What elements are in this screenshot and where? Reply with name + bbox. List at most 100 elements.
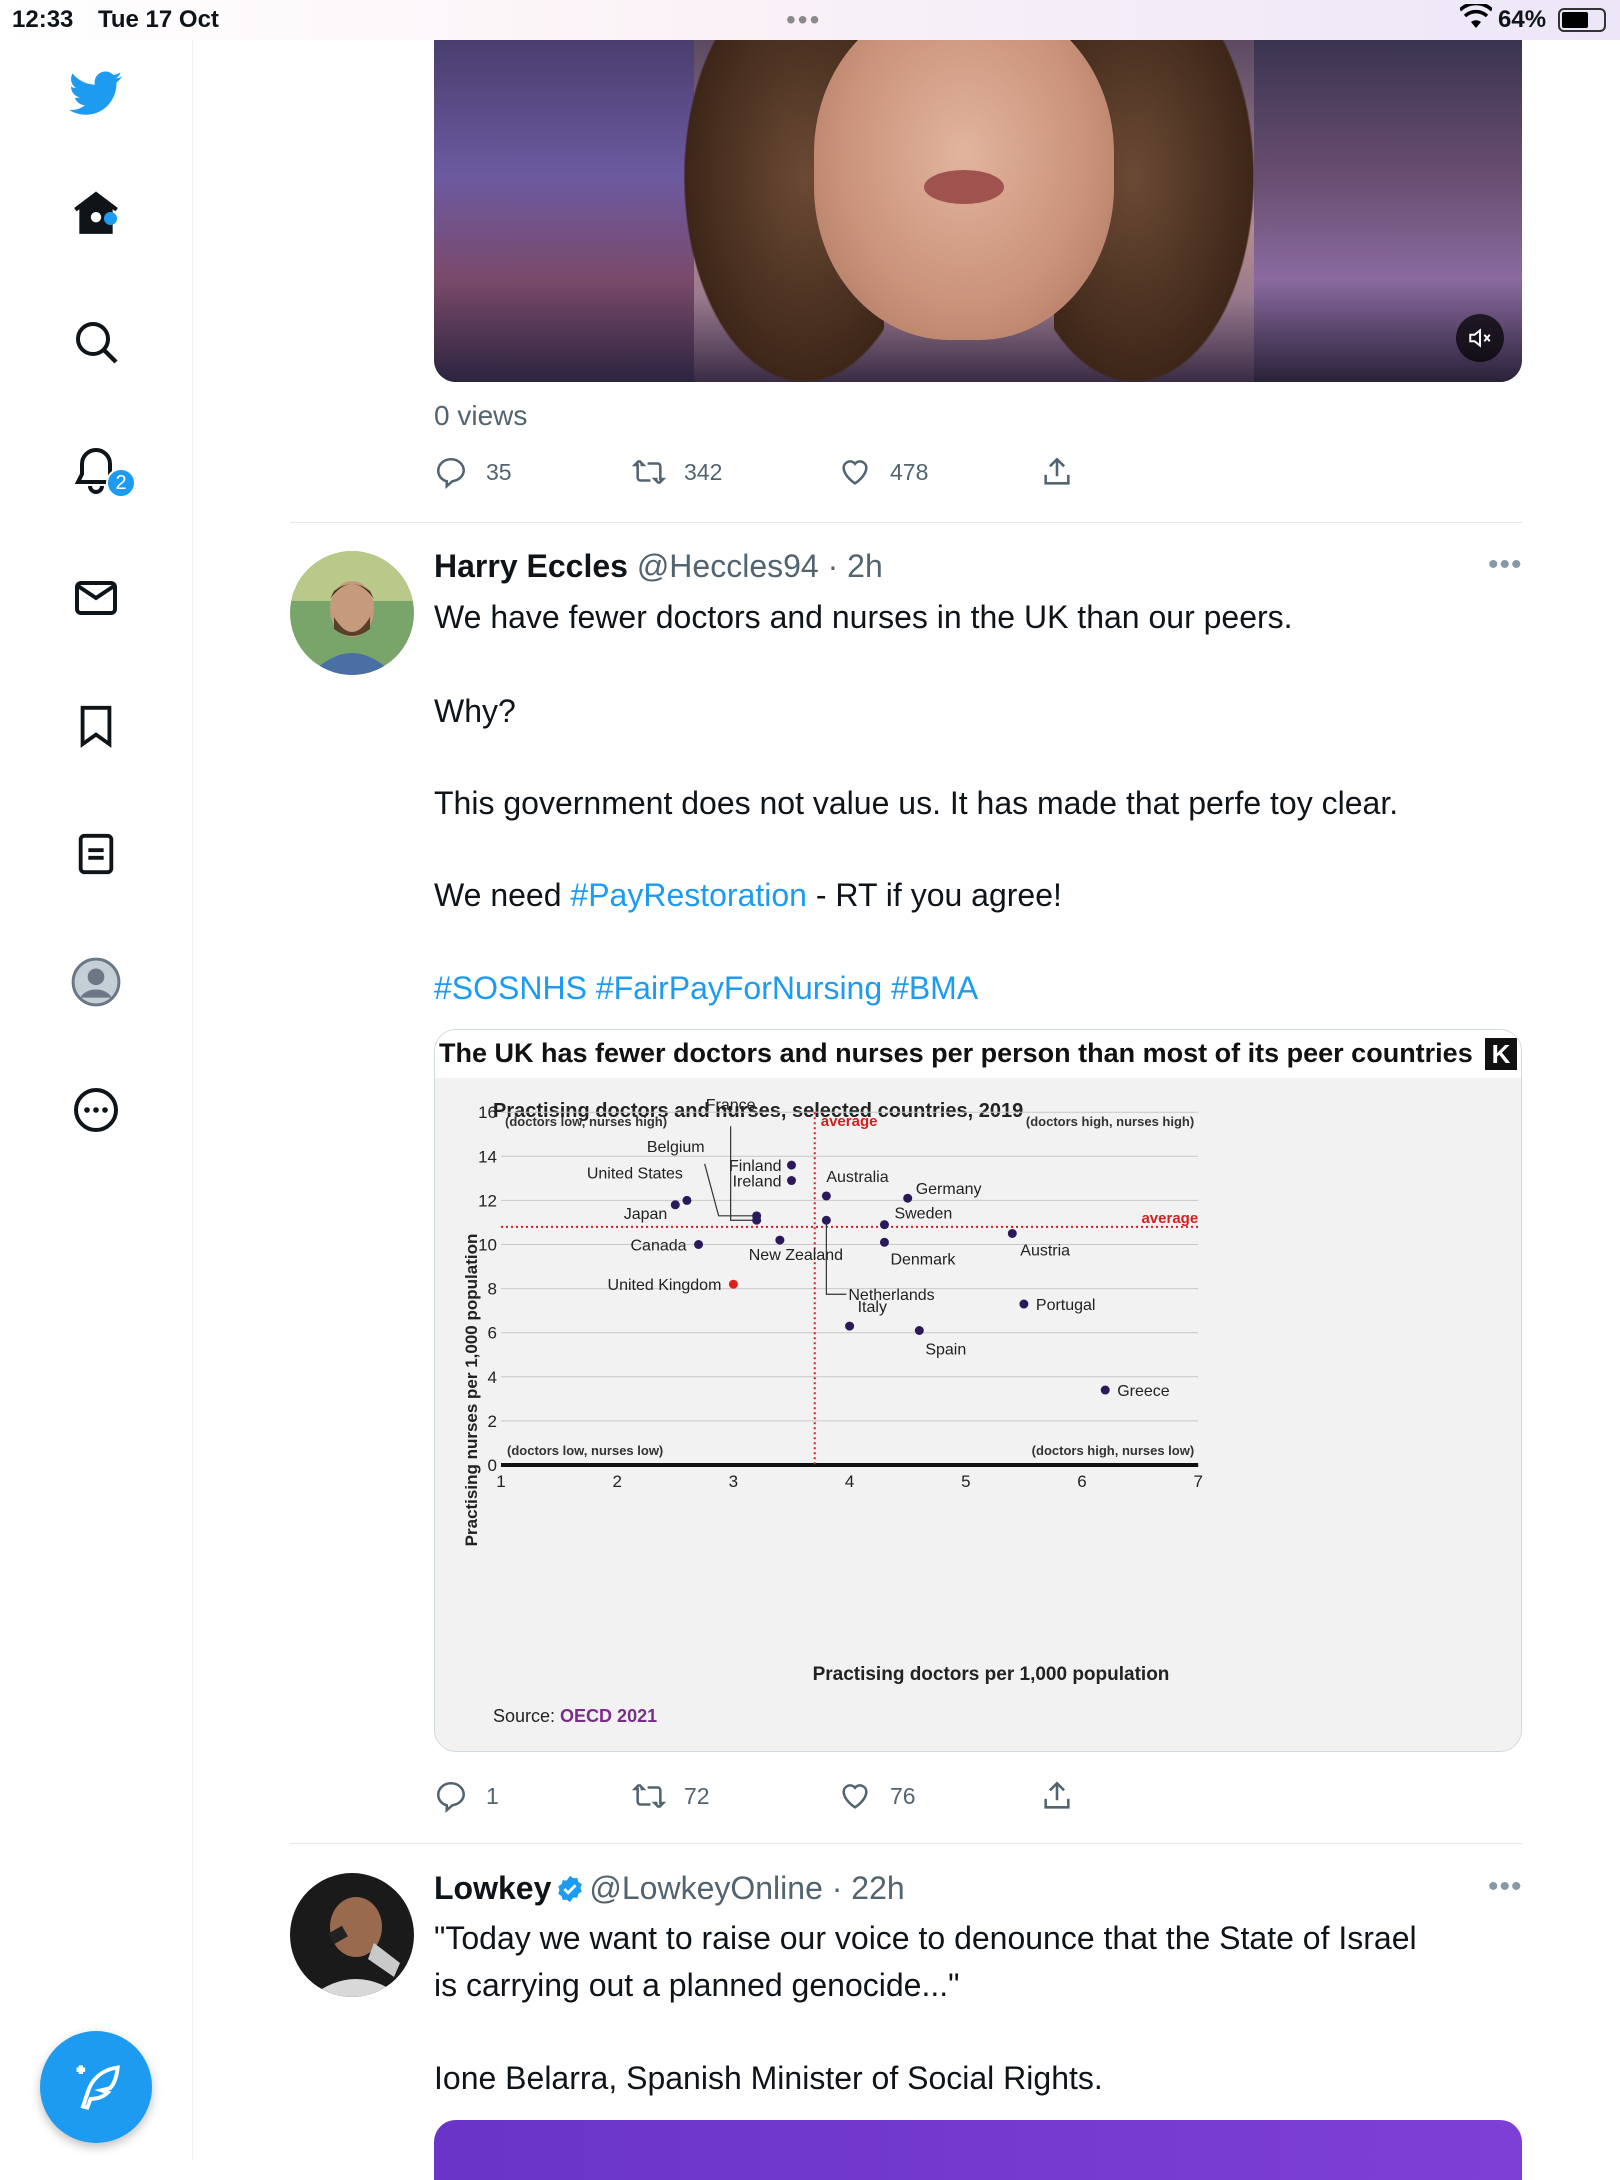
point-label: United Kingdom <box>608 1277 722 1294</box>
data-point <box>879 1220 889 1230</box>
point-label: Belgium <box>647 1139 705 1156</box>
heart-icon <box>842 1784 868 1809</box>
avatar-photo-icon <box>290 1873 414 1997</box>
tweet-more-button[interactable]: ••• <box>1488 548 1523 582</box>
point-label: Greece <box>1117 1383 1170 1400</box>
tweet-media-card[interactable] <box>434 2120 1522 2180</box>
profile-avatar-icon <box>71 957 121 1007</box>
x-tick-label: 1 <box>496 1472 505 1491</box>
more-circle-icon <box>74 1088 118 1132</box>
data-point <box>752 1215 762 1225</box>
chart-background <box>435 1030 1521 1751</box>
data-point <box>787 1176 796 1186</box>
meta-separator: · <box>822 1870 852 1906</box>
status-date: Tue 17 Oct <box>98 6 219 33</box>
retweet-icon <box>632 459 666 485</box>
author-handle[interactable]: @Heccles94 <box>637 548 819 584</box>
like-button[interactable]: 478 <box>838 455 928 489</box>
y-tick-label: 4 <box>488 1368 497 1387</box>
like-count: 478 <box>890 458 929 485</box>
nav-home[interactable] <box>66 183 126 243</box>
share-button[interactable] <box>1040 1779 1074 1813</box>
nav-lists[interactable] <box>66 824 126 884</box>
data-point <box>1100 1385 1110 1395</box>
chart-source: Source: OECD 2021 <box>493 1706 657 1726</box>
author-handle[interactable]: @LowkeyOnline <box>589 1870 822 1906</box>
retweet-button[interactable]: 342 <box>632 455 722 489</box>
avatar-harry-eccles[interactable] <box>290 551 414 675</box>
compose-feather-icon <box>76 2065 120 2110</box>
point-label: Sweden <box>894 1206 952 1223</box>
tweet-text-line: is carrying out a planned genocide..." <box>434 1967 960 2003</box>
data-point <box>728 1279 738 1289</box>
video-background-left <box>434 40 694 382</box>
quadrant-label: (doctors low, nurses low) <box>507 1443 663 1458</box>
avatar-lowkey[interactable] <box>290 1873 414 1997</box>
status-time: 12:33 <box>12 6 74 33</box>
tweet-video[interactable] <box>434 40 1522 382</box>
mute-button[interactable] <box>1456 314 1504 362</box>
tweet-more-button[interactable]: ••• <box>1488 1870 1523 1904</box>
data-point <box>682 1195 692 1205</box>
tweet-text-line: Ione Belarra, Spanish Minister of Social… <box>434 2060 1103 2096</box>
battery-icon <box>1558 8 1606 32</box>
x-tick-label: 7 <box>1193 1472 1202 1491</box>
text-segment: - RT if you agree! <box>806 877 1062 913</box>
share-icon <box>1044 457 1070 485</box>
nav-profile[interactable] <box>66 952 126 1012</box>
author-name[interactable]: Harry Eccles <box>434 548 628 584</box>
tweet-author-line: Harry Eccles @Heccles94 · 2h <box>434 548 883 585</box>
point-label: Italy <box>858 1299 887 1316</box>
share-button[interactable] <box>1040 455 1074 489</box>
data-point <box>821 1191 831 1201</box>
y-tick-label: 8 <box>488 1280 497 1299</box>
point-label: Japan <box>624 1206 668 1223</box>
x-tick-label: 2 <box>612 1472 621 1491</box>
average-y-label: average <box>1141 1210 1198 1227</box>
nav-more[interactable] <box>66 1080 126 1140</box>
status-bar: 12:33 Tue 17 Oct ••• 64% <box>0 0 1620 40</box>
y-tick-label: 2 <box>488 1412 497 1431</box>
y-axis-label: Practising nurses per 1,000 population <box>462 1234 481 1547</box>
tweet-image-chart[interactable]: The UK has fewer doctors and nurses per … <box>434 1029 1522 1752</box>
retweet-button[interactable]: 72 <box>632 1779 710 1813</box>
tweet-time[interactable]: 2h <box>847 548 883 584</box>
tweet-text-line: Why? <box>434 693 516 729</box>
reply-button[interactable]: 35 <box>434 455 512 489</box>
notification-badge: 2 <box>106 468 136 498</box>
retweet-count: 342 <box>684 458 723 485</box>
data-point <box>903 1193 913 1203</box>
source-name: OECD 2021 <box>560 1706 657 1726</box>
tweet-divider <box>290 1843 1522 1844</box>
hashtag-link[interactable]: #PayRestoration <box>570 877 807 913</box>
y-tick-label: 12 <box>478 1191 497 1210</box>
retweet-count: 72 <box>684 1782 710 1809</box>
chart-title: The UK has fewer doctors and nurses per … <box>439 1038 1473 1068</box>
like-button[interactable]: 76 <box>838 1779 916 1813</box>
hashtag-links[interactable]: #SOSNHS #FairPayForNursing #BMA <box>434 965 978 1011</box>
quadrant-label: (doctors high, nurses low) <box>1032 1443 1195 1458</box>
muted-speaker-icon <box>1469 328 1491 348</box>
home-unread-dot <box>104 212 117 225</box>
twitter-logo-icon[interactable] <box>66 64 126 124</box>
data-point <box>914 1325 924 1335</box>
sidebar: 2 <box>0 40 193 2160</box>
nav-search[interactable] <box>66 312 126 372</box>
bookmark-icon <box>80 705 112 748</box>
heart-icon <box>842 460 868 485</box>
reply-count: 35 <box>486 458 512 485</box>
reply-count: 1 <box>486 1782 499 1809</box>
multitasking-dots-icon[interactable]: ••• <box>786 4 821 36</box>
nav-messages[interactable] <box>66 568 126 628</box>
tweet-text-line: This government does not value us. It ha… <box>434 785 1399 821</box>
compose-tweet-button[interactable] <box>40 2031 152 2143</box>
envelope-icon <box>75 581 117 615</box>
nav-bookmarks[interactable] <box>66 696 126 756</box>
meta-separator: · <box>818 548 848 584</box>
reply-icon <box>436 457 466 489</box>
reply-button[interactable]: 1 <box>434 1779 499 1813</box>
battery-percent: 64% <box>1498 6 1547 33</box>
point-label: Denmark <box>890 1251 956 1268</box>
tweet-time[interactable]: 22h <box>851 1870 904 1906</box>
author-name[interactable]: Lowkey <box>434 1870 551 1906</box>
